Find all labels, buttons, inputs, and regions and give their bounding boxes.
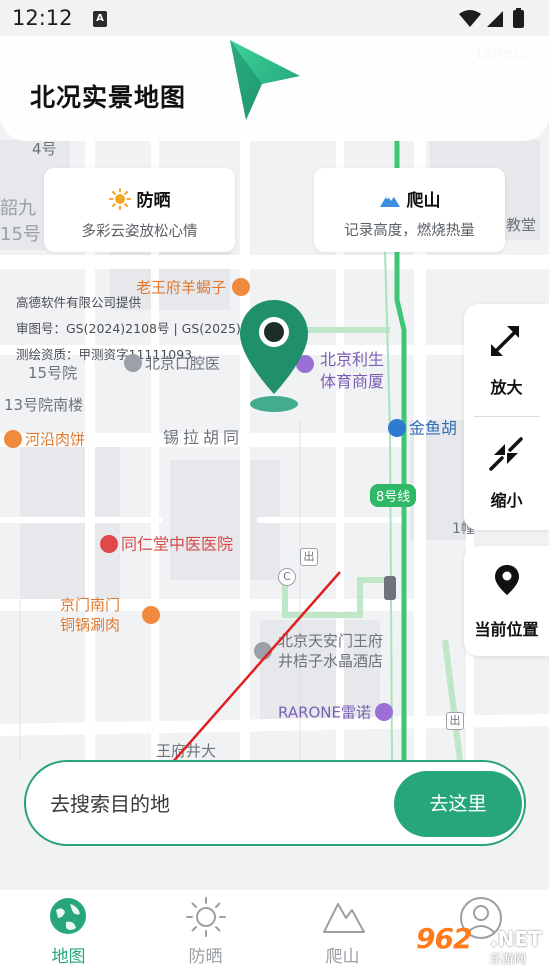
current-location-button[interactable]: 当前位置 <box>464 546 549 656</box>
notification-icon: A <box>93 11 107 27</box>
poi-name: 北京口腔医 <box>145 354 221 373</box>
poi-name: RARONE雷诺 <box>278 703 372 722</box>
poi-name: 同仁堂中医医院 <box>121 534 234 554</box>
poi-name: 铜锅涮肉 <box>60 616 121 634</box>
nav-tab-label: 爬山 <box>325 947 360 967</box>
location-marker-icon <box>495 565 519 595</box>
destination-search-input[interactable] <box>50 788 390 820</box>
poi-name: 井桔子水晶酒店 <box>278 652 384 670</box>
feature-subtitle: 记录高度，燃烧热量 <box>344 223 475 239</box>
poi-name: 河沿肉饼 <box>25 430 86 449</box>
watermark-site-name: 乐游网 <box>490 952 527 966</box>
shopping-icon <box>375 703 394 721</box>
poi-name: 体育商厦 <box>320 372 385 391</box>
poi-name: 京门南门 <box>60 596 121 614</box>
zoom-in-label: 放大 <box>490 378 523 397</box>
subway-line-badge: 8号线 <box>370 484 417 507</box>
hospital-cross-icon <box>100 535 118 553</box>
site-watermark: 962 .NET 乐游网 <box>412 922 544 970</box>
current-location-label: 当前位置 <box>474 620 539 639</box>
poi-name: 金鱼胡 <box>409 418 458 438</box>
cellular-icon <box>487 11 503 27</box>
hotel-icon <box>254 642 272 660</box>
feature-card-climbing[interactable]: 爬山 记录高度，燃烧热量 <box>314 168 505 252</box>
poi-hospital[interactable]: 同仁堂中医医院 <box>100 534 234 554</box>
zoom-out-button[interactable]: 缩小 <box>464 417 549 529</box>
poi-subway-station[interactable]: 金鱼胡 <box>388 418 458 438</box>
subway-exit-badge: 出 <box>300 548 318 566</box>
c-marker-icon: C <box>278 568 296 586</box>
wifi-icon <box>459 10 481 27</box>
traffic-light-icon <box>384 576 396 600</box>
map-label: 15号 <box>0 224 41 245</box>
status-time: 12:12 <box>12 6 73 30</box>
locate-control: 当前位置 <box>464 546 549 656</box>
location-pin-icon[interactable] <box>236 296 312 416</box>
poi-hospital[interactable]: 北京口腔医 <box>124 354 221 373</box>
subway-exit-badge: 出 <box>446 712 464 730</box>
poi-restaurant[interactable]: 河沿肉饼 <box>4 430 86 449</box>
map-label: 15号院 <box>28 364 78 382</box>
sun-icon <box>108 188 131 210</box>
feature-title-text: 爬山 <box>406 191 441 211</box>
street-name: 锡拉胡同 <box>163 428 244 447</box>
nav-tab-climbing[interactable]: 爬山 <box>274 890 411 976</box>
zoom-controls: 放大 缩小 <box>464 304 549 530</box>
street-name: 王府井大 <box>156 742 217 760</box>
status-icons <box>459 8 524 28</box>
map-label: 韶九 <box>0 198 36 219</box>
map-label: 13号院南楼 <box>4 396 84 414</box>
feature-card-sunscreen[interactable]: 防晒 多彩云姿放松心情 <box>44 168 235 252</box>
status-bar: 12:12 A <box>0 0 549 36</box>
nav-tab-sunscreen[interactable]: 防晒 <box>137 890 274 976</box>
nav-tab-label: 防晒 <box>188 947 223 967</box>
map-label: 教堂 <box>506 216 537 234</box>
app-header: 北况实景地图 <box>0 36 549 141</box>
mountain-icon <box>323 903 365 933</box>
feature-title: 爬山 <box>314 186 505 211</box>
feature-subtitle: 多彩云姿放松心情 <box>81 224 198 240</box>
expand-icon <box>491 326 519 356</box>
shrink-icon <box>489 437 523 471</box>
app-title: 北况实景地图 <box>30 83 187 112</box>
nav-tab-map[interactable]: 地图 <box>0 890 137 976</box>
nav-tab-label: 地图 <box>51 947 86 967</box>
map-label: 4号 <box>32 140 57 158</box>
restaurant-icon <box>4 430 22 448</box>
watermark-logo-text: 962 <box>416 922 472 955</box>
search-bar: 去这里 <box>24 760 526 846</box>
watermark-domain: .NET <box>490 927 542 951</box>
building-icon <box>124 354 142 372</box>
poi-name: 北京利生 <box>320 350 385 369</box>
feature-title: 防晒 <box>44 186 235 212</box>
restaurant-icon <box>142 606 160 624</box>
globe-icon <box>50 898 86 934</box>
sun-icon <box>186 897 226 937</box>
zoom-in-button[interactable]: 放大 <box>464 304 549 416</box>
poi-shop[interactable]: RARONE雷诺 <box>278 703 396 722</box>
poi-name: 北京天安门王府 <box>278 632 384 650</box>
zoom-out-label: 缩小 <box>490 491 523 510</box>
subway-icon <box>388 419 406 437</box>
feature-title-text: 防晒 <box>136 191 171 211</box>
mountain-icon <box>379 195 400 207</box>
go-here-button[interactable]: 去这里 <box>394 771 522 837</box>
navigation-arrow-icon <box>230 40 300 120</box>
battery-icon <box>513 10 524 28</box>
